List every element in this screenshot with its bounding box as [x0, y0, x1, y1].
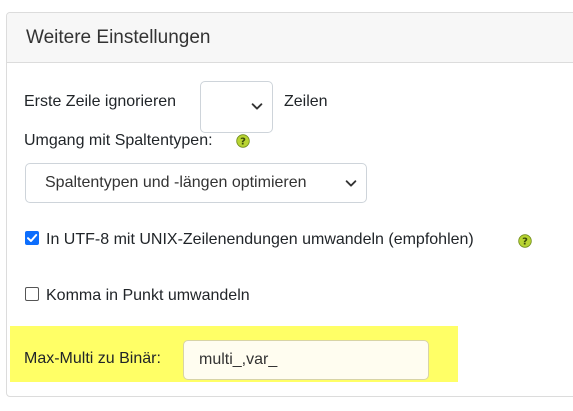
max-multi-input[interactable]: multi_,var_: [183, 340, 429, 380]
comma-checkbox[interactable]: [25, 287, 39, 301]
checkmark-icon: [27, 234, 38, 242]
question-icon[interactable]: ?: [236, 134, 250, 148]
chevron-down-icon: [345, 180, 357, 187]
skip-rows-select[interactable]: [200, 81, 273, 133]
comma-label: Komma in Punkt umwandeln: [46, 287, 250, 304]
column-types-label: Umgang mit Spaltentypen:: [24, 132, 213, 149]
question-icon[interactable]: ?: [518, 234, 532, 248]
svg-text:?: ?: [522, 237, 528, 248]
skip-rows-label: Erste Zeile ignorieren: [24, 93, 177, 110]
max-multi-label: Max-Multi zu Binär:: [24, 350, 161, 367]
column-types-value: Spaltentypen und -längen optimieren: [45, 174, 307, 191]
svg-text:?: ?: [240, 137, 246, 148]
panel-header: Weitere Einstellungen: [7, 13, 573, 63]
skip-rows-suffix: Zeilen: [284, 93, 328, 110]
column-types-select[interactable]: Spaltentypen und -längen optimieren: [25, 163, 367, 203]
utf8-label: In UTF-8 mit UNIX-Zeilenendungen umwande…: [46, 231, 474, 248]
panel-title: Weitere Einstellungen: [26, 27, 211, 48]
utf8-checkbox[interactable]: [25, 231, 39, 245]
chevron-down-icon: [251, 103, 263, 110]
settings-panel: Weitere Einstellungen Erste Zeile ignori…: [6, 12, 573, 397]
max-multi-value: multi_,var_: [199, 351, 278, 368]
